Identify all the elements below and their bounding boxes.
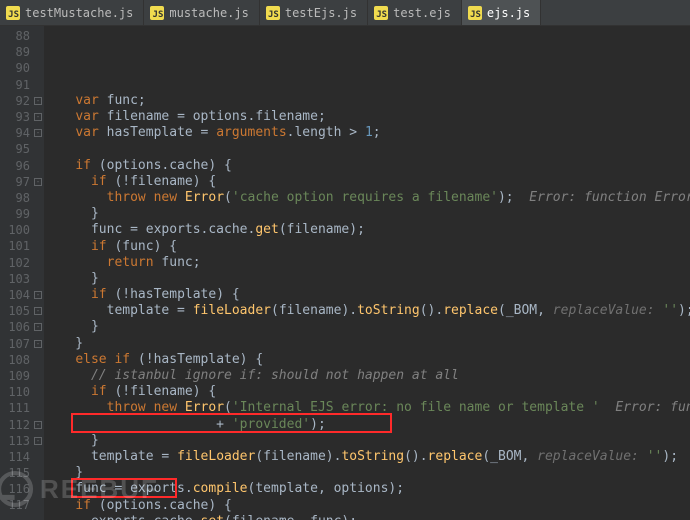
line-number: 113- (0, 433, 44, 449)
code-line[interactable]: template = fileLoader(filename).toString… (44, 449, 690, 465)
fold-toggle-icon[interactable]: - (34, 291, 42, 299)
line-number: 100 (0, 222, 44, 238)
js-file-icon: JS (266, 6, 280, 20)
fold-toggle-icon[interactable]: - (34, 421, 42, 429)
code-line[interactable]: } (44, 336, 690, 352)
line-number: 92- (0, 93, 44, 109)
line-number: 99 (0, 206, 44, 222)
code-line[interactable]: } (44, 433, 690, 449)
line-number: 111 (0, 400, 44, 416)
fold-toggle-icon[interactable]: - (34, 307, 42, 315)
code-line[interactable]: if (options.cache) { (44, 158, 690, 174)
line-number: 108 (0, 352, 44, 368)
line-number: 104- (0, 287, 44, 303)
code-line[interactable]: throw new Error('cache option requires a… (44, 190, 690, 206)
line-number: 91 (0, 77, 44, 93)
line-number: 97- (0, 174, 44, 190)
code-line[interactable]: // istanbul ignore if: should not happen… (44, 368, 690, 384)
line-number-gutter: 8889909192-93-94-959697-9899100101102103… (0, 26, 44, 520)
fold-toggle-icon[interactable]: - (34, 129, 42, 137)
fold-toggle-icon[interactable]: - (34, 437, 42, 445)
code-line[interactable]: if (options.cache) { (44, 498, 690, 514)
line-number: 98 (0, 190, 44, 206)
js-file-icon: JS (374, 6, 388, 20)
code-line[interactable]: return func; (44, 255, 690, 271)
code-line[interactable]: } (44, 206, 690, 222)
code-line[interactable]: if (func) { (44, 239, 690, 255)
code-line[interactable]: exports.cache.set(filename, func); (44, 514, 690, 520)
code-line[interactable]: } (44, 319, 690, 335)
line-number: 112- (0, 417, 44, 433)
tab-label: test.ejs (393, 6, 451, 20)
tab-label: testMustache.js (25, 6, 133, 20)
js-file-icon: JS (6, 6, 20, 20)
line-number: 90 (0, 60, 44, 76)
code-line[interactable]: throw new Error('Internal EJS error: no … (44, 400, 690, 416)
line-number: 89 (0, 44, 44, 60)
code-line[interactable]: } (44, 271, 690, 287)
tab-test-ejs[interactable]: JS test.ejs (368, 0, 462, 25)
code-line[interactable]: } (44, 465, 690, 481)
fold-toggle-icon[interactable]: - (34, 340, 42, 348)
editor-area: 8889909192-93-94-959697-9899100101102103… (0, 26, 690, 520)
code-line[interactable] (44, 141, 690, 157)
tab-testMustache-js[interactable]: JS testMustache.js (0, 0, 144, 25)
fold-toggle-icon[interactable]: - (34, 113, 42, 121)
line-number: 101 (0, 238, 44, 254)
fold-toggle-icon[interactable]: - (34, 323, 42, 331)
code-line[interactable]: template = fileLoader(filename).toString… (44, 303, 690, 319)
line-number: 114 (0, 449, 44, 465)
code-line[interactable]: var hasTemplate = arguments.length > 1; (44, 125, 690, 141)
tab-testEjs-js[interactable]: JS testEjs.js (260, 0, 368, 25)
code-line[interactable]: if (!filename) { (44, 174, 690, 190)
line-number: 115 (0, 465, 44, 481)
tab-label: mustache.js (169, 6, 248, 20)
code-line[interactable]: func = exports.compile(template, options… (44, 481, 690, 497)
fold-toggle-icon[interactable]: - (34, 178, 42, 186)
line-number: 102 (0, 255, 44, 271)
tab-label: testEjs.js (285, 6, 357, 20)
line-number: 105- (0, 303, 44, 319)
line-number: 116 (0, 481, 44, 497)
code-line[interactable]: var func; (44, 93, 690, 109)
line-number: 103 (0, 271, 44, 287)
line-number: 109 (0, 368, 44, 384)
line-number: 110 (0, 384, 44, 400)
code-line[interactable]: + 'provided'); (44, 417, 690, 433)
js-file-icon: JS (468, 6, 482, 20)
line-number: 93- (0, 109, 44, 125)
fold-toggle-icon[interactable]: - (34, 97, 42, 105)
line-number: 88 (0, 28, 44, 44)
js-file-icon: JS (150, 6, 164, 20)
line-number: 95 (0, 141, 44, 157)
tab-mustache-js[interactable]: JS mustache.js (144, 0, 259, 25)
code-line[interactable]: func = exports.cache.get(filename); (44, 222, 690, 238)
tab-label: ejs.js (487, 6, 530, 20)
editor-tabbar: JS testMustache.js JS mustache.js JS testEjs.… (0, 0, 690, 26)
line-number: 106- (0, 319, 44, 335)
code-line[interactable]: else if (!hasTemplate) { (44, 352, 690, 368)
line-number: 94- (0, 125, 44, 141)
tab-ejs-js[interactable]: JS ejs.js (462, 0, 541, 25)
code-content[interactable]: var func; var filename = options.filenam… (44, 26, 690, 520)
code-line[interactable]: var filename = options.filename; (44, 109, 690, 125)
line-number: 107- (0, 336, 44, 352)
code-line[interactable]: if (!hasTemplate) { (44, 287, 690, 303)
line-number: 96 (0, 158, 44, 174)
line-number: 117 (0, 497, 44, 513)
code-line[interactable]: if (!filename) { (44, 384, 690, 400)
